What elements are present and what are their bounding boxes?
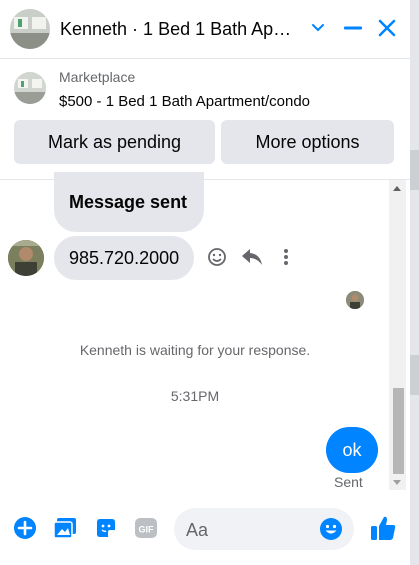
smile-icon[interactable] — [203, 243, 231, 271]
message-input-container[interactable] — [174, 508, 354, 552]
listing-avatar[interactable] — [10, 9, 50, 49]
scroll-up-arrow[interactable] — [393, 186, 401, 191]
marketplace-label: Marketplace — [59, 69, 136, 85]
more-options-button[interactable]: More options — [221, 120, 394, 164]
phone-message-bubble[interactable]: 985.720.2000 — [54, 236, 194, 280]
chat-title[interactable]: Kenneth · 1 Bed 1 Bath Apartment/condo — [60, 19, 300, 40]
scroll-thumb[interactable] — [393, 388, 404, 474]
background-strip — [410, 0, 419, 565]
reply-icon[interactable] — [238, 243, 266, 271]
sticker-icon[interactable] — [93, 515, 119, 541]
marketplace-card: Marketplace $500 - 1 Bed 1 Bath Apartmen… — [0, 59, 410, 180]
message-scrollbar[interactable] — [389, 180, 406, 490]
composer-bar: GIF — [0, 500, 410, 565]
listing-description[interactable]: $500 - 1 Bed 1 Bath Apartment/condo — [59, 93, 310, 110]
svg-text:GIF: GIF — [139, 525, 155, 535]
chat-header: Kenneth · 1 Bed 1 Bath Apartment/condo — [0, 0, 410, 59]
more-vertical-icon[interactable] — [272, 243, 300, 271]
sent-status: Sent — [334, 474, 363, 490]
close-icon[interactable] — [373, 14, 401, 42]
scroll-down-arrow[interactable] — [393, 480, 401, 485]
contact-avatar[interactable] — [8, 240, 44, 276]
chat-window: Kenneth · 1 Bed 1 Bath Apartment/condo M… — [0, 0, 410, 565]
emoji-icon[interactable] — [318, 516, 344, 542]
minimize-icon[interactable] — [339, 14, 367, 42]
mark-as-pending-button[interactable]: Mark as pending — [14, 120, 215, 164]
outgoing-message-bubble[interactable]: ok — [326, 427, 378, 473]
photo-icon[interactable] — [52, 515, 78, 541]
message-input[interactable] — [184, 508, 318, 552]
timestamp: 5:31PM — [170, 388, 220, 404]
gif-icon[interactable]: GIF — [133, 515, 159, 541]
plus-icon[interactable] — [12, 515, 38, 541]
message-sent-bubble[interactable]: Message sent — [54, 172, 204, 232]
thumbs-up-icon[interactable] — [368, 513, 398, 543]
chevron-down-icon[interactable] — [304, 14, 332, 42]
waiting-notice: Kenneth is waiting for your response. — [79, 342, 311, 358]
listing-thumbnail[interactable] — [14, 72, 46, 104]
read-receipt-avatar — [346, 291, 364, 309]
